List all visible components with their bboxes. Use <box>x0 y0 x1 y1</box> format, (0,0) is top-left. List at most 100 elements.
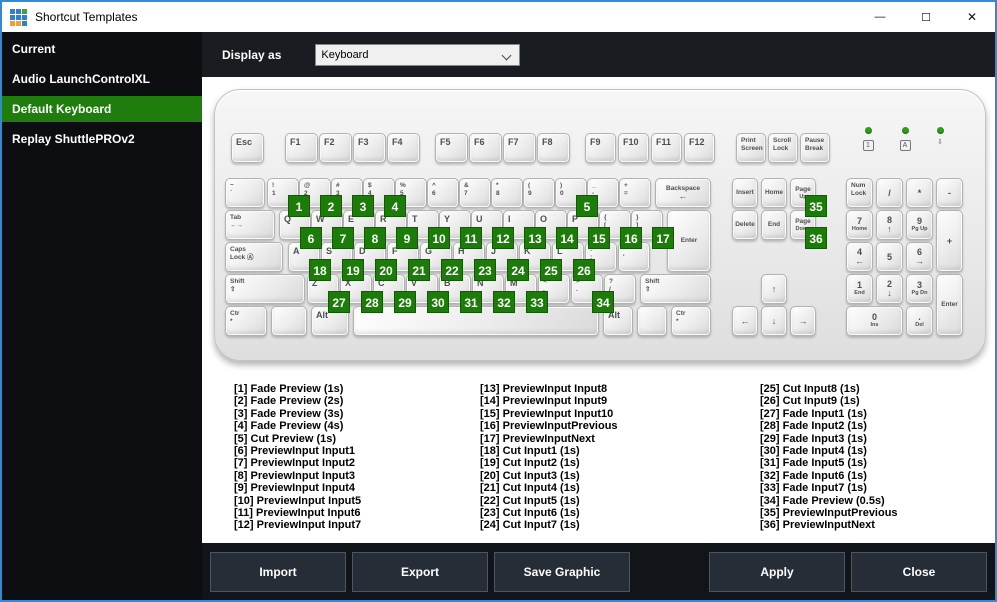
key-2[interactable]: 2 ↓ <box>876 274 903 304</box>
key-label: Page <box>795 218 811 225</box>
key-6[interactable]: ^ 6 <box>427 178 459 208</box>
key-printscreen[interactable]: Print Screen <box>736 133 766 163</box>
shortcut-badge-12: 12 <box>492 227 514 249</box>
key-f9[interactable]: F9 <box>585 133 616 163</box>
key-7home[interactable]: 7 Home <box>846 210 873 240</box>
key-esc[interactable]: Esc <box>231 133 264 163</box>
minimize-button[interactable]: — <box>857 2 903 32</box>
shortcut-badge-19: 19 <box>342 259 364 281</box>
key-home[interactable]: Home <box>761 178 787 208</box>
key-label: Y <box>444 214 451 224</box>
sidebar-item-replay-shuttleprov2[interactable]: Replay ShuttlePROv2 <box>2 126 202 152</box>
key-label: Lock <box>851 189 867 197</box>
key-enter[interactable]: Enter <box>936 274 963 336</box>
shortcut-badge-22: 22 <box>441 259 463 281</box>
key-f11[interactable]: F11 <box>651 133 682 163</box>
key-symbol[interactable]: → <box>790 306 816 336</box>
key-pausebreak[interactable]: Pause Break <box>800 133 830 163</box>
key-symbol[interactable]: - <box>936 178 963 208</box>
display-as-dropdown[interactable]: Keyboard <box>315 43 521 66</box>
key-f8[interactable]: F8 <box>537 133 570 163</box>
key-shift[interactable]: Shift ⇧ <box>640 274 711 304</box>
key-5[interactable]: 5 <box>876 242 903 272</box>
close-button[interactable]: Close <box>851 551 987 592</box>
key-label: / <box>888 187 891 198</box>
apply-button[interactable]: Apply <box>709 551 845 592</box>
key-label: F4 <box>392 137 403 147</box>
key-blank[interactable] <box>637 306 667 336</box>
shortcut-entry: [6] PreviewInput Input1 <box>234 445 356 458</box>
key-label: I <box>508 214 511 224</box>
key-label: Pause <box>805 137 825 144</box>
key-end[interactable]: End <box>761 210 787 240</box>
key-delete[interactable]: Delete <box>732 210 758 240</box>
key-f12[interactable]: F12 <box>684 133 715 163</box>
key-scrolllock[interactable]: Scroll Lock <box>768 133 798 163</box>
key-ctr[interactable]: Ctr * <box>225 306 267 336</box>
key-0ins[interactable]: 0 Ins <box>846 306 903 336</box>
key-numlock[interactable]: Num Lock <box>846 178 873 208</box>
key-6[interactable]: 6 → <box>906 242 933 272</box>
key-4[interactable]: 4 ← <box>846 242 873 272</box>
sidebar-item-current[interactable]: Current <box>2 36 202 62</box>
key-backspace[interactable]: Backspace ← <box>655 178 711 208</box>
maximize-button[interactable]: ☐ <box>903 2 949 32</box>
key-label: 0 <box>871 312 877 323</box>
key-blank[interactable] <box>271 306 307 336</box>
key-capslock[interactable]: Caps Lock Ⓐ <box>225 242 283 272</box>
key-symbol[interactable]: ← <box>732 306 758 336</box>
sidebar-item-default-keyboard[interactable]: Default Keyboard <box>2 96 202 122</box>
app-icon-cell <box>16 14 21 20</box>
key-label: F6 <box>474 137 485 147</box>
shortcut-entry: [9] PreviewInput Input4 <box>234 482 356 495</box>
key-symbol[interactable]: ↓ <box>761 306 787 336</box>
key-8[interactable]: 8 ↑ <box>876 210 903 240</box>
key-8[interactable]: * 8 <box>491 178 523 208</box>
key-ctr[interactable]: Ctr * <box>671 306 711 336</box>
shortcut-entry: [33] Fade Input7 (1s) <box>760 482 867 495</box>
key-symbol[interactable]: + <box>936 210 963 272</box>
key-f10[interactable]: F10 <box>618 133 649 163</box>
key-symbol[interactable]: + = <box>619 178 651 208</box>
key-shift[interactable]: Shift ⇧ <box>225 274 305 304</box>
key-label: Home <box>764 189 784 197</box>
key-9pgup[interactable]: 9 Pg Up <box>906 210 933 240</box>
key-f5[interactable]: F5 <box>435 133 468 163</box>
key-9[interactable]: (9 <box>523 178 555 208</box>
export-button[interactable]: Export <box>352 551 488 592</box>
shortcut-entry: [29] Fade Input3 (1s) <box>760 432 867 445</box>
shortcut-entry: [14] PreviewInput Input9 <box>480 395 608 408</box>
key-1end[interactable]: 1 End <box>846 274 873 304</box>
key-f6[interactable]: F6 <box>469 133 502 163</box>
key-label: $ <box>368 182 372 189</box>
import-button[interactable]: Import <box>210 551 346 592</box>
key-f1[interactable]: F1 <box>285 133 318 163</box>
shortcut-badge-30: 30 <box>427 291 449 313</box>
key-label: = <box>624 189 628 197</box>
key-symbol[interactable]: * <box>906 178 933 208</box>
key-symbol[interactable]: ~ ` <box>225 178 265 208</box>
key-label: ~ <box>230 182 234 189</box>
key-tab[interactable]: Tab ←→ <box>225 210 275 240</box>
shortcut-badge-1: 1 <box>288 195 310 217</box>
key-del[interactable]: . Del <box>906 306 933 336</box>
key-insert[interactable]: Insert <box>732 178 758 208</box>
key-symbol[interactable]: / <box>876 178 903 208</box>
led-light-icon <box>936 127 944 134</box>
close-window-button[interactable]: ✕ <box>949 2 995 32</box>
key-symbol[interactable]: ↑ <box>761 274 787 304</box>
key-3pgdn[interactable]: 3 Pg Dn <box>906 274 933 304</box>
display-toolbar: Display as Keyboard <box>202 32 995 77</box>
key-7[interactable]: & 7 <box>459 178 491 208</box>
shortcut-entry: [16] PreviewInputPrevious <box>480 420 618 433</box>
shortcut-entry: [31] Fade Input5 (1s) <box>760 457 867 470</box>
sidebar-item-audio-launchcontrolxl[interactable]: Audio LaunchControlXL <box>2 66 202 92</box>
key-label: + <box>946 235 953 246</box>
key-f2[interactable]: F2 <box>319 133 352 163</box>
key-f7[interactable]: F7 <box>503 133 536 163</box>
key-f4[interactable]: F4 <box>387 133 420 163</box>
key-label: ` <box>230 189 233 197</box>
key-label: % <box>400 182 406 189</box>
key-f3[interactable]: F3 <box>353 133 386 163</box>
save-graphic-button[interactable]: Save Graphic <box>494 551 630 592</box>
